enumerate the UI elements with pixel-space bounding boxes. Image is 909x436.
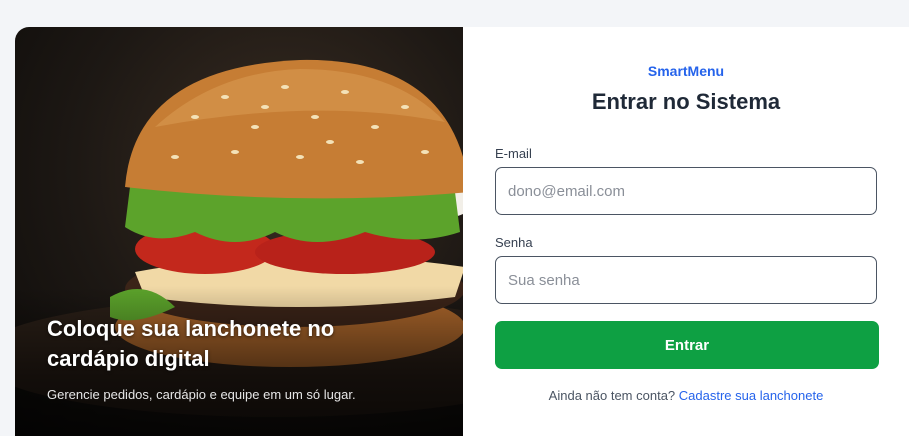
hero-panel: Coloque sua lanchonete no cardápio digit… <box>15 27 463 436</box>
page-title: Entrar no Sistema <box>591 89 781 114</box>
register-prompt: Ainda não tem conta? Cadastre sua lancho… <box>463 388 909 403</box>
hero-subtitle: Gerencie pedidos, cardápio e equipe em u… <box>47 387 356 402</box>
password-label: Senha <box>495 235 533 250</box>
hero-title: Coloque sua lanchonete no cardápio digit… <box>47 316 335 371</box>
email-field[interactable] <box>495 167 877 215</box>
password-field[interactable] <box>495 256 877 304</box>
login-card: Coloque sua lanchonete no cardápio digit… <box>15 27 909 436</box>
brand-name: SmartMenu <box>647 63 725 79</box>
login-button[interactable]: Entrar <box>495 321 879 369</box>
register-link[interactable]: Cadastre sua lanchonete <box>679 388 824 403</box>
login-panel: SmartMenu Entrar no Sistema E-mail Senha… <box>463 27 909 436</box>
email-label: E-mail <box>495 146 532 161</box>
no-account-text: Ainda não tem conta? <box>548 388 676 403</box>
